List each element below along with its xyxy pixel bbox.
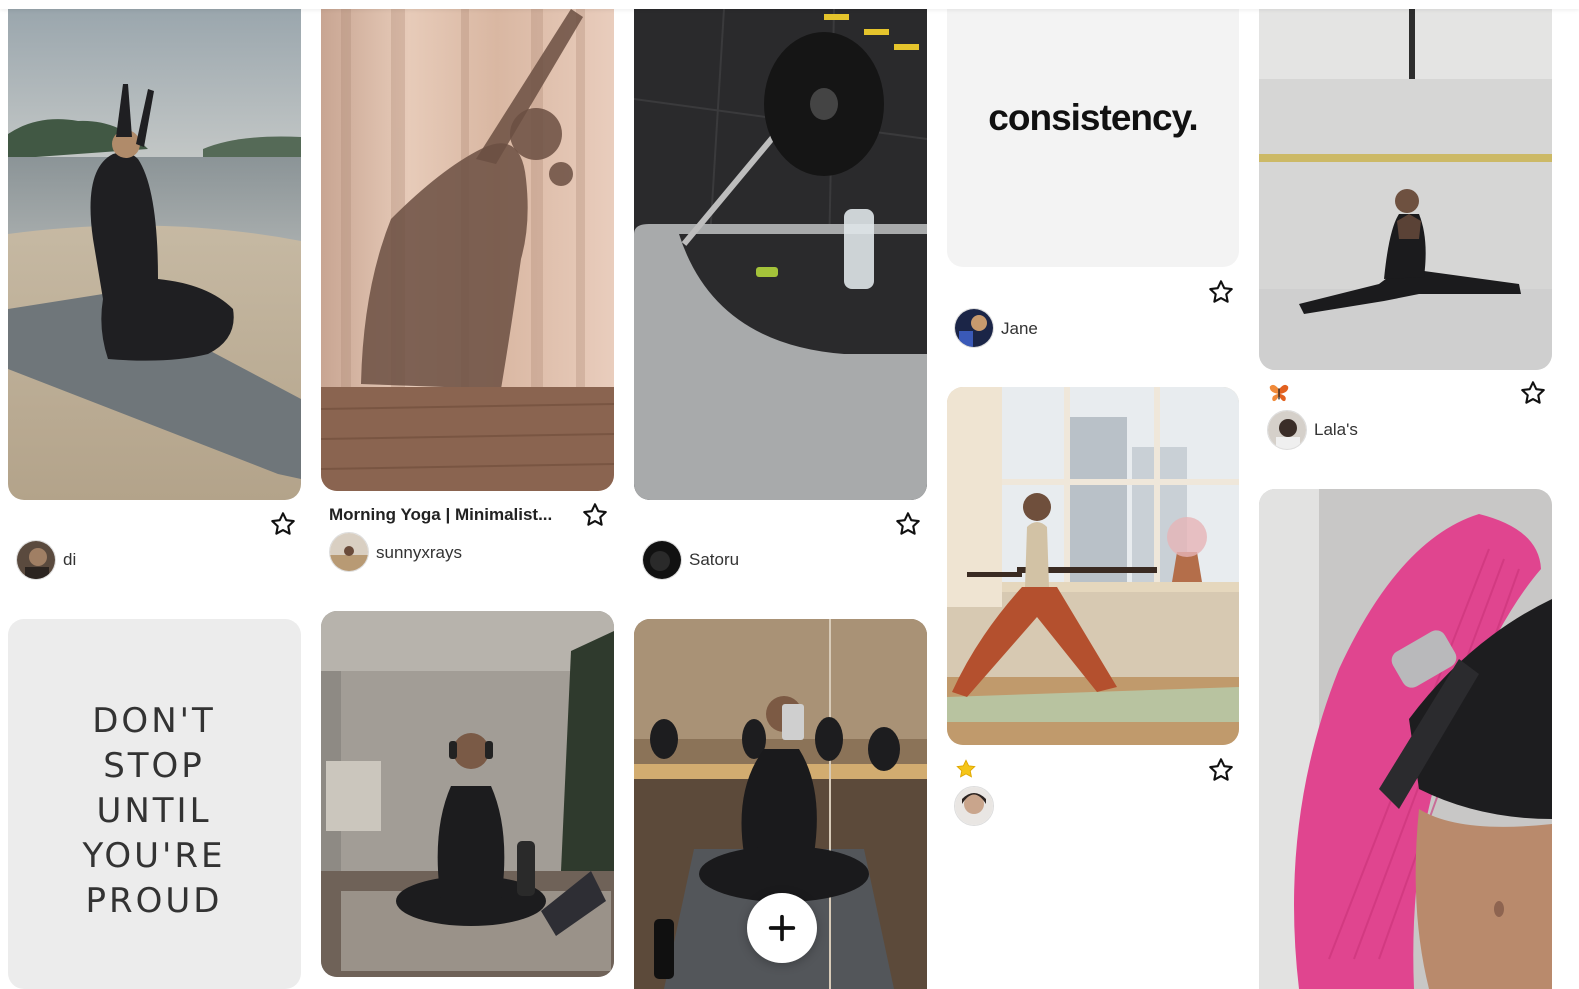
pin-image-beach-yoga[interactable] xyxy=(8,9,301,500)
quote-text: DON'T STOP UNTIL YOU'RE PROUD xyxy=(82,701,226,921)
author-name[interactable]: Jane xyxy=(1001,319,1038,339)
pin-image-home-yoga[interactable] xyxy=(321,611,614,977)
author-avatar[interactable] xyxy=(329,532,369,572)
pin-image-splits[interactable] xyxy=(1259,9,1552,370)
author-name[interactable]: Satoru xyxy=(689,550,739,570)
save-star-icon[interactable] xyxy=(1519,379,1547,407)
splits-photo xyxy=(1259,9,1552,370)
author-name[interactable]: Lala's xyxy=(1314,420,1358,440)
author-avatar[interactable] xyxy=(642,540,682,580)
save-star-icon[interactable] xyxy=(1207,756,1235,784)
pin-image-warrior[interactable] xyxy=(947,387,1239,745)
top-header-edge xyxy=(0,0,1579,9)
author-avatar[interactable] xyxy=(1267,410,1307,450)
plus-icon xyxy=(768,914,796,942)
home-yoga-photo xyxy=(321,611,614,977)
pin-image-barbell[interactable] xyxy=(634,9,927,500)
pin-title[interactable]: Morning Yoga | Minimalist... xyxy=(329,505,552,525)
shadow-yoga-photo xyxy=(321,9,614,491)
author-name[interactable]: sunnyxrays xyxy=(376,543,462,563)
author-avatar[interactable] xyxy=(16,540,56,580)
barbell-photo xyxy=(634,9,927,500)
author-avatar[interactable] xyxy=(954,786,994,826)
pink-mat-photo xyxy=(1259,489,1552,989)
save-star-icon[interactable] xyxy=(581,501,609,529)
butterfly-emoji-badge xyxy=(1268,382,1290,404)
author-name[interactable]: di xyxy=(63,550,76,570)
save-star-icon[interactable] xyxy=(1207,278,1235,306)
warrior-pose-photo xyxy=(947,387,1239,745)
author-avatar[interactable] xyxy=(954,308,994,348)
pin-image-pink-mat[interactable] xyxy=(1259,489,1552,989)
pin-image-consistency[interactable]: consistency. xyxy=(947,9,1239,267)
pin-image-shadow-yoga[interactable] xyxy=(321,9,614,491)
consistency-text: consistency. xyxy=(988,97,1198,138)
pin-image-dont-stop[interactable]: DON'T STOP UNTIL YOU'RE PROUD xyxy=(8,619,301,989)
beach-yoga-photo xyxy=(8,9,301,500)
add-button[interactable] xyxy=(747,893,817,963)
save-star-icon[interactable] xyxy=(894,510,922,538)
save-star-icon[interactable] xyxy=(269,510,297,538)
star-emoji-badge xyxy=(955,758,977,780)
